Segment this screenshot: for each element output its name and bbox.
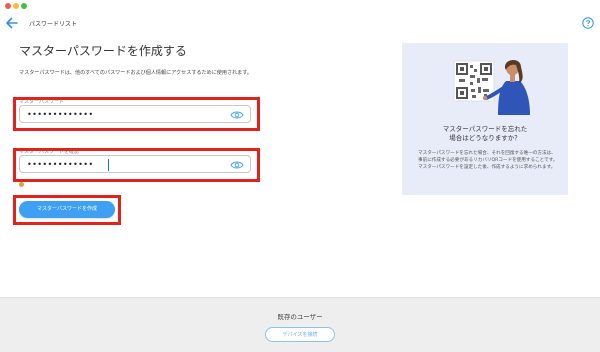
- arrow-left-icon[interactable]: [5, 16, 19, 30]
- close-window-button[interactable]: [5, 3, 11, 9]
- connect-device-button[interactable]: デバイスを接続: [265, 327, 335, 342]
- breadcrumb[interactable]: パスワードリスト: [29, 19, 77, 28]
- zoom-window-button[interactable]: [21, 3, 27, 9]
- highlight-box-create-button: [13, 195, 121, 225]
- highlight-box-confirm: [13, 148, 260, 182]
- question-circle-icon[interactable]: [582, 17, 594, 29]
- footer-title: 既存のユーザー: [277, 313, 323, 321]
- minimize-window-button[interactable]: [13, 3, 19, 9]
- footer-existing-user: 既存のユーザー デバイスを接続: [0, 297, 600, 352]
- panel-description: マスターパスワードを忘れた場合、それを回復する唯一の方法は、事前に作成する必要が…: [418, 151, 558, 170]
- highlight-box-password: [13, 97, 260, 131]
- app-window: パスワードリスト マスターパスワードを作成する マスターパスワードは、他のすべて…: [0, 0, 600, 352]
- panel-title-line2: 場合はどうなりますか？: [449, 134, 521, 142]
- page-description: マスターパスワードは、他のすべてのパスワードおよび個人情報にアクセスするために使…: [19, 70, 252, 76]
- page-title: マスターパスワードを作成する: [19, 44, 187, 58]
- person-with-qr-code-illustration: [453, 59, 530, 115]
- info-panel: マスターパスワードを忘れた 場合はどうなりますか？ マスターパスワードを忘れた場…: [402, 43, 568, 195]
- panel-title: マスターパスワードを忘れた 場合はどうなりますか？: [402, 125, 568, 143]
- panel-title-line1: マスターパスワードを忘れた: [442, 125, 528, 133]
- title-bar: [0, 0, 600, 10]
- strength-indicator-dot: [19, 182, 24, 187]
